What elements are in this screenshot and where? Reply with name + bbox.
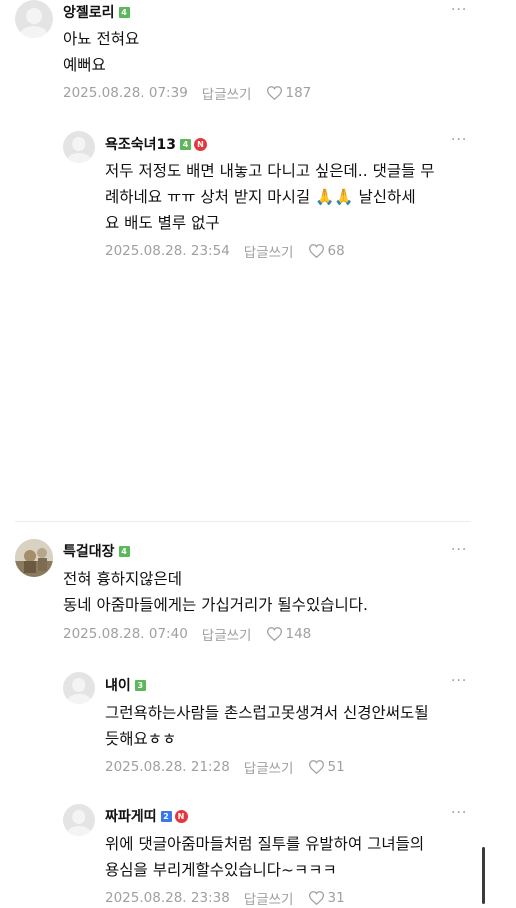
comment-date: 2025.08.28. 07:40 [63,626,188,642]
like-count: 31 [327,890,345,906]
more-options-button[interactable]: ··· [451,542,467,558]
comment-text: 위에 댓글아줌마들처럼 질투를 유발하여 그녀들의 용심을 부리게할수있습니다~… [105,835,425,879]
level-badge: 2 [160,810,172,822]
comment-meta: 2025.08.28. 21:28 답글쓰기 51 [105,757,345,777]
comment-meta: 2025.08.28. 07:39 답글쓰기 187 [63,83,311,103]
photo-avatar-icon [15,539,53,577]
reply-button[interactable]: 답글쓰기 [202,624,252,644]
avatar[interactable] [15,0,53,38]
like-button[interactable]: 187 [267,85,311,101]
author-name: 앙젤로리 [63,5,115,21]
author-name: 냬이 [105,678,131,694]
comment-meta: 2025.08.28. 23:54 답글쓰기 68 [105,241,345,261]
like-count: 187 [285,85,312,101]
level-badge: 4 [118,545,130,557]
level-badge: 4 [180,138,192,150]
heart-icon [267,627,283,641]
reply-button[interactable]: 답글쓰기 [244,241,294,261]
comment-author[interactable]: 특걸대장 4 [63,541,130,561]
reply-button[interactable]: 답글쓰기 [244,757,294,777]
like-button[interactable]: 31 [309,890,345,906]
heart-icon [309,891,325,905]
heart-icon [309,760,325,774]
comment-date: 2025.08.28. 23:54 [105,243,230,259]
comment-author[interactable]: 짜파게띠 2 N [105,806,188,826]
comment-date: 2025.08.28. 07:39 [63,85,188,101]
like-button[interactable]: 51 [309,759,345,775]
comment-text: 그런욕하는사람들 촌스럽고못생겨서 신경안써도될 듯해요ㅎㅎ [105,704,429,748]
more-options-button[interactable]: ··· [451,805,467,821]
like-count: 51 [327,759,345,775]
author-name: 짜파게띠 [105,809,157,825]
comment-author[interactable]: 욕조숙녀13 4 N [105,134,208,154]
comment-meta: 2025.08.28. 23:38 답글쓰기 31 [105,888,345,908]
scrollbar[interactable] [482,847,485,904]
level-badge: 3 [134,679,146,691]
comment-author[interactable]: 냬이 3 [105,675,146,695]
reply-button[interactable]: 답글쓰기 [202,83,252,103]
reply-button[interactable]: 답글쓰기 [244,888,294,908]
level-badge: 4 [118,6,130,18]
comment-date: 2025.08.28. 23:38 [105,890,230,906]
comment-text: 전혀 흉하지않은데 동네 아줌마들에게는 가십거리가 될수있습니다. [63,570,368,614]
more-options-button[interactable]: ··· [451,673,467,689]
author-name: 특걸대장 [63,544,115,560]
avatar[interactable] [63,804,95,836]
like-button[interactable]: 148 [267,626,311,642]
comment-date: 2025.08.28. 21:28 [105,759,230,775]
section-divider [15,521,471,522]
more-options-button[interactable]: ··· [451,2,467,18]
avatar[interactable] [63,672,95,704]
comment-author[interactable]: 앙젤로리 4 [63,2,130,22]
new-badge: N [194,137,208,151]
avatar[interactable] [15,539,53,577]
heart-icon [267,86,283,100]
like-button[interactable]: 68 [309,243,345,259]
new-badge: N [174,809,188,823]
comment-text: 저두 저정도 배면 내놓고 다니고 싶은데.. 댓글들 무 례하네요 ㅠㅠ 상처… [105,162,435,232]
more-options-button[interactable]: ··· [451,132,467,148]
heart-icon [309,244,325,258]
like-count: 68 [327,243,345,259]
author-name: 욕조숙녀13 [105,137,177,153]
comment-text: 아뇨 전혀요 예뻐요 [63,30,140,74]
like-count: 148 [285,626,312,642]
comment-meta: 2025.08.28. 07:40 답글쓰기 148 [63,624,311,644]
avatar[interactable] [63,131,95,163]
